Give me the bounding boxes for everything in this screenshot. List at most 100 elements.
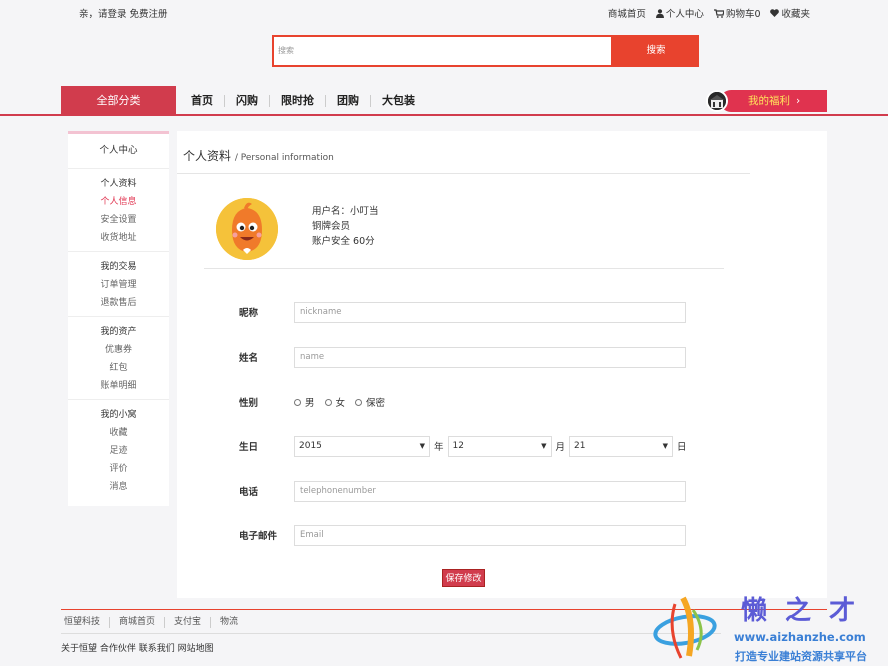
all-categories-button[interactable]: 全部分类: [61, 86, 176, 116]
gender-male-label: 男: [305, 398, 315, 409]
year-value: 2015: [299, 440, 322, 451]
day-unit: 日: [677, 442, 687, 453]
nickname-row: 昵称 nickname: [239, 301, 686, 323]
user-info: 用户名：小叮当 铜牌会员 账户安全 60分: [312, 204, 379, 249]
cart-link[interactable]: 购物车0: [713, 6, 761, 20]
radio-circle-icon: [324, 398, 332, 406]
birthday-row: 生日 2015 ▼ 年 12 ▼ 月 21 ▼ 日: [239, 435, 691, 457]
gender-option-female[interactable]: 女: [324, 395, 346, 409]
sidebar-item-bills[interactable]: 账单明细: [68, 377, 169, 395]
save-button[interactable]: 保存修改: [442, 569, 485, 587]
birthday-day-select[interactable]: 21 ▼: [569, 435, 674, 457]
my-welfare-button[interactable]: 我的福利 ›: [706, 90, 827, 112]
sidebar-item-messages[interactable]: 消息: [68, 478, 169, 496]
watermark-logo-icon: [653, 596, 717, 659]
sidebar-item-coupons[interactable]: 优惠券: [68, 341, 169, 359]
name-input[interactable]: name: [294, 346, 686, 368]
birthday-label: 生日: [239, 442, 259, 453]
name-row: 姓名 name: [239, 346, 686, 368]
heart-icon: [770, 9, 780, 17]
welfare-avatar: [706, 90, 728, 112]
top-links: 商城首页 个人中心 购物车0 收藏夹: [608, 6, 810, 20]
email-input[interactable]: Email: [294, 524, 686, 546]
nav-item-home[interactable]: 首页: [180, 95, 225, 107]
nav-item-limited[interactable]: 限时抢: [270, 95, 326, 107]
gender-row: 性别 男 女 保密: [239, 391, 395, 413]
sidebar-group-title: 我的交易: [100, 262, 137, 272]
user-avatar[interactable]: [216, 198, 278, 260]
sidebar-item-footprints[interactable]: 足迹: [68, 442, 169, 460]
user-icon: [655, 8, 664, 18]
footer-link-home[interactable]: 商城首页: [110, 617, 166, 628]
divider: [204, 268, 724, 269]
footer-link-alipay[interactable]: 支付宝: [165, 617, 212, 628]
welfare-pill: 我的福利 ›: [720, 90, 827, 112]
nav-item-bulk[interactable]: 大包装: [371, 95, 426, 107]
year-unit: 年: [434, 442, 444, 453]
mascot-icon: [216, 198, 278, 260]
watermark-slogan: 打造专业建站资源共享平台: [735, 650, 867, 663]
watermark-url: www.aizhanzhe.com: [734, 630, 866, 644]
page-title: 个人资料 / Personal information: [183, 147, 334, 164]
phone-row: 电话 telephonenumber: [239, 480, 686, 502]
search-input[interactable]: 搜索: [272, 35, 613, 67]
sidebar-item-orders[interactable]: 订单管理: [68, 276, 169, 294]
username-value: 小叮当: [350, 206, 379, 217]
nav-item-flash[interactable]: 闪购: [225, 95, 270, 107]
login-greeting[interactable]: 亲，请登录 免费注册: [79, 6, 168, 20]
phone-label: 电话: [239, 487, 259, 498]
name-label: 姓名: [239, 353, 259, 364]
birthday-year-select[interactable]: 2015 ▼: [294, 435, 430, 457]
chevron-right-icon: ›: [796, 95, 801, 107]
sidebar-item-security[interactable]: 安全设置: [68, 211, 169, 229]
footer-about[interactable]: 关于恒望 合作伙伴 联系我们 网站地图: [61, 641, 214, 654]
dropdown-arrow-icon: ▼: [541, 441, 547, 450]
favorites-label: 收藏夹: [781, 9, 810, 20]
mall-home-link[interactable]: 商城首页: [608, 6, 646, 20]
username-label: 用户名：: [312, 206, 351, 217]
cart-label: 购物车0: [725, 9, 761, 20]
welfare-label: 我的福利: [748, 95, 790, 107]
member-level: 铜牌会员: [312, 221, 351, 232]
gender-option-secret[interactable]: 保密: [355, 395, 385, 409]
email-label: 电子邮件: [239, 531, 278, 542]
footer-links: 恒望科技 商城首页 支付宝 物流: [64, 617, 247, 628]
footer-divider: [61, 633, 721, 634]
sidebar-group-trade: 我的交易 订单管理 退款售后: [68, 252, 169, 317]
search-bar: 搜索 搜索: [272, 35, 699, 67]
sidebar-item-personal-info[interactable]: 个人信息: [68, 193, 169, 211]
sidebar-item-address[interactable]: 收货地址: [68, 229, 169, 247]
watermark: 懒之才 www.aizhanzhe.com 打造专业建站资源共享平台: [645, 590, 888, 666]
sidebar-item-refunds[interactable]: 退款售后: [68, 294, 169, 312]
sidebar-group-title: 我的小窝: [100, 410, 137, 420]
personal-center-link[interactable]: 个人中心: [655, 6, 704, 20]
birthday-month-select[interactable]: 12 ▼: [447, 435, 552, 457]
nav-item-group[interactable]: 团购: [326, 95, 371, 107]
sidebar-item-favorites[interactable]: 收藏: [68, 424, 169, 442]
nickname-input[interactable]: nickname: [294, 301, 686, 323]
footer-link-company[interactable]: 恒望科技: [64, 617, 111, 628]
sidebar-group-nest: 我的小窝 收藏 足迹 评价 消息: [68, 400, 169, 500]
gender-label: 性别: [239, 398, 259, 409]
phone-input[interactable]: telephonenumber: [294, 480, 686, 502]
email-row: 电子邮件 Email: [239, 524, 686, 546]
watermark-brand: 懒之才: [741, 596, 874, 626]
gender-female-label: 女: [335, 398, 346, 409]
sidebar-title[interactable]: 个人中心: [68, 134, 169, 169]
personal-center-label: 个人中心: [665, 9, 704, 20]
radio-circle-icon: [355, 398, 363, 406]
page-title-text: 个人资料: [183, 149, 232, 163]
sidebar-group-assets: 我的资产 优惠券 红包 账单明细: [68, 317, 169, 400]
sidebar-item-red-packets[interactable]: 红包: [68, 359, 169, 377]
mall-home-label: 商城首页: [607, 9, 646, 20]
footer-link-logistics[interactable]: 物流: [211, 617, 247, 628]
search-button[interactable]: 搜索: [613, 35, 699, 67]
sidebar-group-title: 我的资产: [100, 327, 137, 337]
username-line: 用户名：小叮当: [312, 204, 379, 219]
sidebar-item-reviews[interactable]: 评价: [68, 460, 169, 478]
favorites-link[interactable]: 收藏夹: [770, 6, 810, 20]
month-value: 12: [452, 440, 464, 451]
cart-icon: [713, 8, 724, 18]
gender-option-male[interactable]: 男: [294, 395, 315, 409]
month-unit: 月: [555, 442, 566, 453]
